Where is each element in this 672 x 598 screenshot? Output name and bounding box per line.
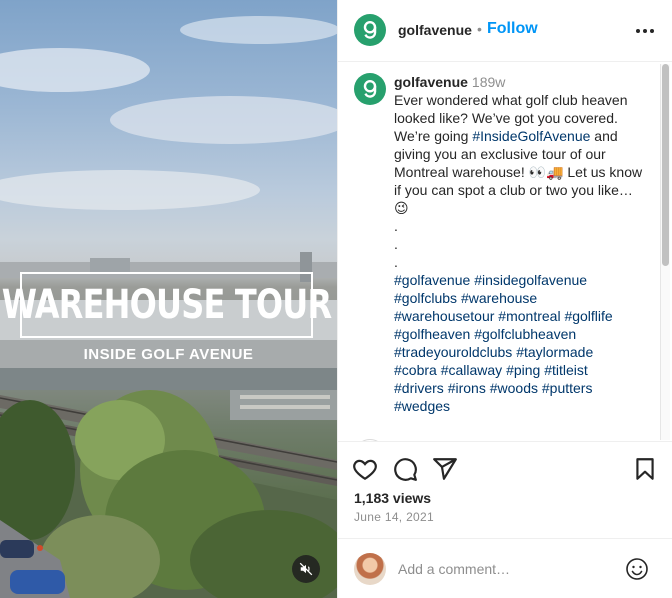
hashtag-link[interactable]: #taylormade: [516, 344, 593, 360]
hashtag-link[interactable]: #ping: [506, 362, 540, 378]
comment-icon[interactable]: [392, 456, 418, 482]
current-user-avatar[interactable]: [354, 553, 386, 585]
hashtag-link[interactable]: #golfclubheaven: [474, 326, 576, 342]
header-separator: •: [477, 21, 482, 37]
post-date[interactable]: June 14, 2021: [354, 510, 434, 524]
hashtag-link[interactable]: #golflife: [564, 308, 612, 324]
heart-icon[interactable]: [352, 456, 378, 482]
hashtag-link[interactable]: #wedges: [394, 398, 450, 414]
overlay-subtitle: INSIDE GOLF AVENUE: [83, 346, 254, 363]
comments-panel[interactable]: golfavenue 189w Ever wondered what golf c…: [338, 63, 672, 442]
hashtag-link[interactable]: #warehousetour: [394, 308, 494, 324]
hashtag-link[interactable]: #callaway: [441, 362, 502, 378]
caption-text: Ever wondered what golf club heaven look…: [394, 91, 646, 217]
caption-dot: .: [394, 218, 398, 234]
hashtag-link[interactable]: #golfclubs: [394, 290, 457, 306]
post-sidebar: golfavenue • Follow golfavenue 189w Ever …: [337, 0, 672, 598]
post-media[interactable]: WAREHOUSE TOUR INSIDE GOLF AVENUE: [0, 0, 337, 598]
hashtag-link[interactable]: #golfavenue: [394, 272, 470, 288]
post-caption: golfavenue 189w Ever wondered what golf c…: [394, 73, 646, 415]
speaker-muted-icon: [299, 562, 313, 576]
hashtag-link[interactable]: #drivers: [394, 380, 444, 396]
comments-scrollbar[interactable]: [660, 64, 670, 440]
overlay-title-frame: WAREHOUSE TOUR: [1, 272, 332, 338]
add-comment-bar: [338, 538, 672, 598]
caption-dot: .: [394, 236, 398, 252]
hashtag-link[interactable]: #titleist: [544, 362, 588, 378]
bookmark-icon[interactable]: [632, 456, 658, 482]
hashtag-link[interactable]: #tradeyouroldclubs: [394, 344, 512, 360]
post-header: golfavenue • Follow: [338, 0, 672, 62]
overlay-title: WAREHOUSE TOUR: [1, 282, 332, 328]
hashtag-link[interactable]: #golfheaven: [394, 326, 470, 342]
scrollbar-thumb[interactable]: [662, 64, 669, 266]
hashtag-link[interactable]: #montreal: [498, 308, 560, 324]
comment-input[interactable]: [398, 559, 618, 579]
post-actions: [338, 450, 672, 490]
golfavenue-logo-icon: [363, 80, 377, 98]
next-comment-avatar[interactable]: [354, 439, 386, 441]
golfavenue-logo-icon: [363, 21, 377, 39]
mute-toggle-button[interactable]: [292, 555, 320, 583]
hashtag-link[interactable]: #warehouse: [461, 290, 537, 306]
share-icon[interactable]: [432, 456, 458, 482]
hashtag-link[interactable]: #woods: [490, 380, 538, 396]
hashtag-list: #golfavenue #insidegolfavenue #golfclubs…: [394, 271, 646, 415]
caption-avatar[interactable]: [354, 73, 386, 105]
follow-button[interactable]: Follow: [487, 20, 538, 38]
more-horizontal-icon[interactable]: [636, 29, 654, 33]
hashtag-link[interactable]: #insidegolfavenue: [474, 272, 587, 288]
caption-time[interactable]: 189w: [472, 74, 505, 90]
caption-username[interactable]: golfavenue: [394, 74, 468, 90]
hashtag-link[interactable]: #putters: [542, 380, 593, 396]
caption-inline-hashtag[interactable]: #InsideGolfAvenue: [472, 128, 590, 144]
hashtag-link[interactable]: #cobra: [394, 362, 437, 378]
caption-dot: .: [394, 254, 398, 270]
smiley-icon[interactable]: [625, 557, 649, 581]
golfavenue-avatar[interactable]: [354, 14, 386, 46]
view-count[interactable]: 1,183 views: [354, 490, 431, 506]
hashtag-link[interactable]: #irons: [448, 380, 486, 396]
header-username[interactable]: golfavenue: [398, 22, 472, 38]
